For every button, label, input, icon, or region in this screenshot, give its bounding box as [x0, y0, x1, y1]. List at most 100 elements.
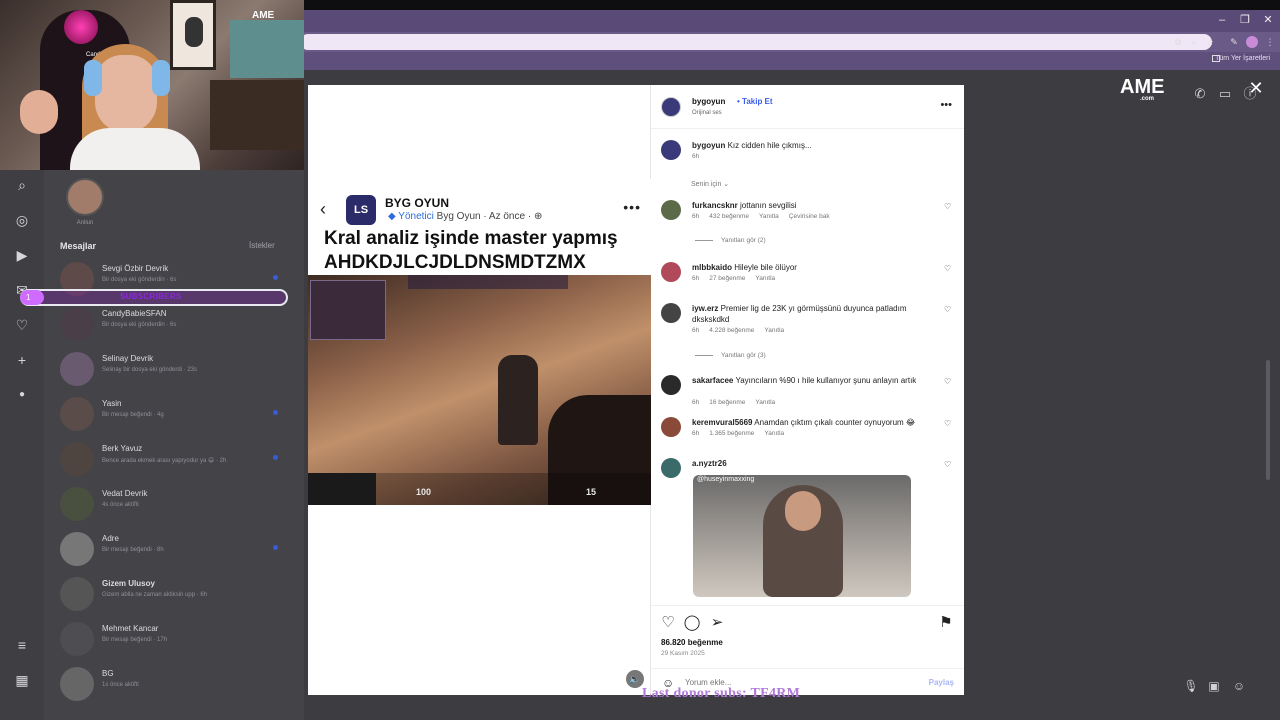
commenter-username[interactable]: furkancsknr	[692, 201, 738, 210]
audio-label[interactable]: Orijinal ses	[692, 110, 722, 116]
author-avatar[interactable]	[661, 97, 681, 117]
share-icon[interactable]: ➢	[708, 614, 726, 632]
post-comment-button[interactable]: Paylaş	[929, 678, 954, 687]
comment-gif[interactable]: @huseyinmaxxing	[693, 475, 911, 597]
comment-like-icon[interactable]: ♡	[944, 460, 951, 469]
author-username[interactable]: bygoyun	[692, 97, 725, 106]
microphone-icon[interactable]: 🎙	[1183, 678, 1199, 694]
reply-button[interactable]: Yanıtla	[764, 430, 784, 437]
commenter-username[interactable]: a.nyztr26	[692, 459, 727, 468]
comment-likes[interactable]: 16 beğenme	[709, 399, 745, 406]
reels-icon[interactable]: ▶	[14, 247, 30, 263]
bookmark-star-icon[interactable]: ☆	[1204, 36, 1216, 48]
commenter-username[interactable]: iyw.erz	[692, 304, 718, 313]
conversation-avatar	[60, 397, 94, 431]
comment-like-icon[interactable]: ♡	[944, 202, 951, 211]
comment-likes[interactable]: 432 beğenme	[709, 213, 749, 220]
reply-button[interactable]: Yanıtla	[759, 213, 779, 220]
comment-likes[interactable]: 27 beğenme	[709, 275, 745, 282]
conversation-item[interactable]: CandyBabieSFAN Bir dosya eki gönderdin · …	[60, 307, 290, 345]
conversation-preview: 1s önce aktifti	[102, 682, 139, 688]
maximize-button[interactable]: ❐	[1234, 11, 1256, 29]
image-icon[interactable]: ▣	[1206, 678, 1222, 694]
all-bookmarks-link[interactable]: Tüm Yer İşaretleri	[1215, 55, 1270, 62]
conversation-preview: Bir mesajı beğendi · 8h	[102, 547, 164, 553]
reply-button[interactable]: Yanıtla	[764, 327, 784, 334]
view-replies-link[interactable]: Yanıtları gör (2)	[695, 237, 766, 244]
minimize-button[interactable]: –	[1211, 11, 1233, 29]
caption-avatar[interactable]	[661, 140, 681, 160]
comment-likes[interactable]: 4.228 beğenme	[709, 327, 754, 334]
conversation-item[interactable]: Mehmet Kancar Bir mesajı beğendi · 17h	[60, 622, 290, 660]
conversation-item[interactable]: Yasin Bir mesajı beğendi · 4g	[60, 397, 290, 435]
threads-icon[interactable]: ▦	[14, 672, 30, 688]
conversation-name: Sevgi Özbir Devrik	[102, 264, 169, 273]
brand-logo: AME .com	[1120, 76, 1166, 106]
create-icon[interactable]: +	[14, 352, 30, 368]
commenter-avatar[interactable]	[661, 200, 681, 220]
conversation-item[interactable]: Adre Bir mesajı beğendi · 8h	[60, 532, 290, 570]
reply-button[interactable]: Yanıtla	[755, 275, 775, 282]
close-window-button[interactable]: ✕	[1257, 11, 1279, 29]
conversation-item[interactable]: Berk Yavuz Bence arada ekmek arası yapıyo…	[60, 442, 290, 480]
comment-like-icon[interactable]: ♡	[944, 305, 951, 314]
more-menu-icon[interactable]: ≡	[14, 637, 30, 653]
follow-button[interactable]: • Takip Et	[737, 97, 773, 106]
address-bar[interactable]	[300, 34, 1212, 50]
like-count[interactable]: 86.820 beğenme	[661, 638, 723, 647]
reply-button[interactable]: Yanıtla	[755, 399, 775, 406]
commenter-avatar[interactable]	[661, 375, 681, 395]
unread-dot	[273, 275, 278, 280]
headline-line-2: AHDKDJLCJDLDNSMDTZMX	[324, 252, 586, 273]
commenter-avatar[interactable]	[661, 262, 681, 282]
caption-text: bygoyun Kız cidden hile çıkmış...	[692, 140, 932, 151]
profile-icon[interactable]	[1246, 36, 1258, 48]
caption-time: 6h	[692, 153, 700, 160]
conversation-item[interactable]: BG 1s önce aktifti	[60, 667, 290, 705]
close-modal-icon[interactable]: ✕	[1247, 79, 1265, 97]
comment-like-icon[interactable]: ♡	[944, 377, 951, 386]
commenter-avatar[interactable]	[661, 303, 681, 323]
commenter-username[interactable]: keremvural5669	[692, 418, 753, 427]
translate-link[interactable]: Çevirisine bak	[789, 213, 830, 220]
scrollbar[interactable]	[1266, 360, 1270, 480]
comment-icon[interactable]: ◯	[683, 614, 701, 632]
conversation-name: Vedat Devrik	[102, 489, 148, 498]
more-options-icon[interactable]: •••	[940, 99, 952, 111]
post-video[interactable]: 100 15	[308, 275, 651, 505]
notifications-icon[interactable]: ♡	[14, 317, 30, 333]
conversation-name: Adre	[102, 534, 119, 543]
sticker-icon[interactable]: ☺	[1231, 678, 1247, 694]
comment-meta: 6h 432 beğenme Yanıtla Çevirisine bak	[692, 213, 840, 220]
view-replies-link[interactable]: Yanıtları gör (3)	[695, 352, 766, 359]
menu-icon[interactable]: ⋮	[1264, 36, 1276, 48]
conversation-avatar	[60, 532, 94, 566]
comment-like-icon[interactable]: ♡	[944, 419, 951, 428]
save-bookmark-icon[interactable]: ⚑	[937, 614, 955, 632]
conversation-item[interactable]: Vedat Devrik 4s önce aktifti	[60, 487, 290, 525]
requests-link[interactable]: İstekler	[249, 241, 275, 250]
caption-user[interactable]: bygoyun	[692, 141, 725, 150]
conversation-item[interactable]: Gizem Ulusoy Gizem ablla ne zaman aktiksi…	[60, 577, 290, 615]
like-heart-icon[interactable]: ♡	[659, 614, 677, 632]
extensions-icon[interactable]: ✎	[1228, 36, 1240, 48]
commenter-username[interactable]: sakarfacee	[692, 376, 733, 385]
comment-like-icon[interactable]: ♡	[944, 264, 951, 273]
commenter-avatar[interactable]	[661, 417, 681, 437]
back-chevron-icon[interactable]: ‹	[320, 199, 326, 220]
comment-time: 6h	[692, 327, 700, 334]
zoom-icon[interactable]: ⌕	[1188, 36, 1200, 48]
video-call-icon[interactable]: ▭	[1217, 86, 1233, 102]
profile-avatar-icon[interactable]: ●	[14, 387, 30, 403]
comment-likes[interactable]: 1.365 beğenme	[709, 430, 754, 437]
phone-icon[interactable]: ✆	[1192, 86, 1208, 102]
install-icon[interactable]: ⧉	[1172, 36, 1184, 48]
conversation-item[interactable]: Selinay Devrik Selinay bir dosya eki gönd…	[60, 352, 290, 390]
unread-dot	[273, 455, 278, 460]
commenter-username[interactable]: mlbbkaido	[692, 263, 732, 272]
explore-icon[interactable]: ◎	[14, 212, 30, 228]
story-avatar[interactable]	[66, 178, 104, 216]
search-icon[interactable]: ⌕	[14, 177, 30, 193]
sort-dropdown[interactable]: Senin için ⌄	[691, 180, 729, 188]
commenter-avatar[interactable]	[661, 458, 681, 478]
